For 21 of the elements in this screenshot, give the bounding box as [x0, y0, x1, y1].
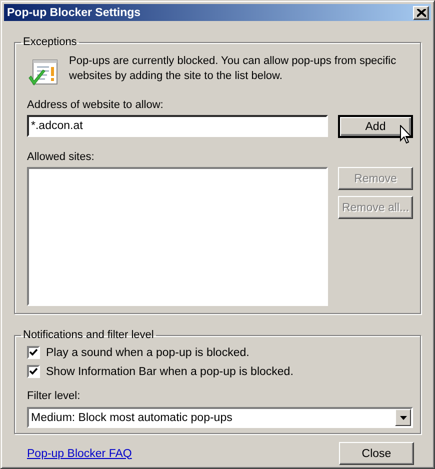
cursor-icon	[400, 125, 412, 144]
allowed-sites-label: Allowed sites:	[27, 150, 96, 164]
close-dialog-button[interactable]: Close	[339, 442, 414, 465]
group-legend: Notifications and filter level	[21, 329, 156, 341]
address-field[interactable]: *.adcon.at	[27, 115, 328, 137]
faq-link[interactable]: Pop-up Blocker FAQ	[27, 448, 132, 460]
close-button[interactable]	[413, 6, 429, 20]
window-title: Pop-up Blocker Settings	[7, 6, 141, 18]
checkbox[interactable]	[27, 346, 40, 359]
filter-level-dropdown[interactable]: Medium: Block most automatic pop-ups	[27, 407, 413, 428]
close-icon	[416, 8, 426, 16]
description-text: Pop-ups are currently blocked. You can allow pop-ups from specific websites by adding the site to the list below.	[69, 54, 398, 84]
filter-level-label: Filter level:	[27, 389, 82, 403]
group-legend: Exceptions	[21, 36, 79, 48]
allowed-sites-list[interactable]	[27, 167, 328, 306]
address-label: Address of website to allow:	[27, 98, 164, 112]
checkbox-label: Play a sound when a pop-up is blocked.	[46, 346, 250, 358]
checkbox[interactable]	[27, 365, 40, 378]
add-button[interactable]: Add	[338, 115, 413, 138]
dropdown-arrow-icon	[400, 416, 406, 420]
checkbox-label: Show Information Bar when a pop-up is blocked.	[46, 366, 294, 378]
